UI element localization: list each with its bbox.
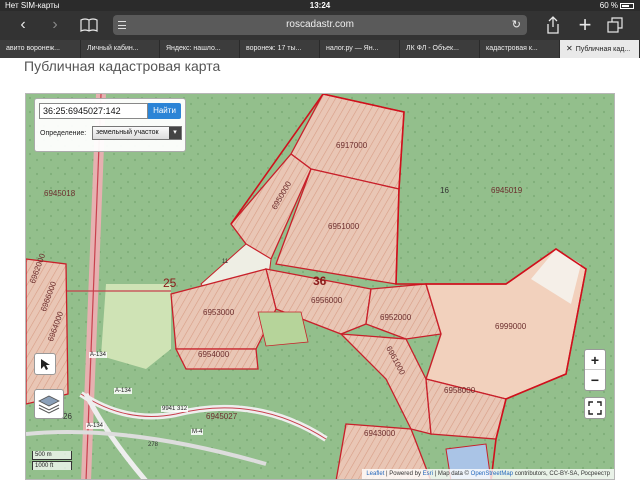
page-content: Публичная кадастровая карта 6917000 6950… [0,58,640,480]
tab-label: Публичная кад... [575,46,631,53]
battery-indicator: 60 % [600,0,634,11]
battery-text: 60 % [599,1,618,10]
road-label: 9941 312 [161,406,189,412]
block-label: 26 [63,412,72,421]
parcel-label: 6953000 [203,308,235,317]
clock-text: 13:24 [309,1,331,10]
battery-icon [620,2,634,9]
address-bar[interactable]: roscadastr.com ↻ [113,15,527,35]
navigation-button[interactable] [34,353,56,375]
attribution-text: | Map data © [434,471,469,477]
tab-nalog[interactable]: налог.ру — Ян... [320,40,400,58]
parcel-label: 6958000 [444,386,476,395]
parcel-label: 6956000 [311,296,343,305]
cadastral-number-input[interactable] [39,103,148,119]
tab-label: Яндекс: нашло... [166,45,221,52]
parcel-label: 6945019 [491,186,523,195]
meadow-area [101,284,171,369]
block-label: 278 [148,442,159,448]
tab-voronezh[interactable]: воронеж: 17 ты... [240,40,320,58]
esri-link[interactable]: Esri [423,471,433,477]
zoom-out-button[interactable]: − [585,370,605,390]
parcel-label: 6945018 [44,189,76,198]
map-attribution: Leaflet | Powered by Esri | Map data © O… [362,469,614,479]
attribution-text: | Powered by [386,471,421,477]
green-enclave [257,311,309,347]
reload-icon[interactable]: ↻ [512,15,521,35]
close-tab-icon[interactable]: ✕ [566,40,573,58]
scale-bar: 500 m 1000 ft [32,451,72,470]
find-button[interactable]: Найти [148,103,181,119]
share-icon[interactable] [542,14,564,36]
back-arrow-icon[interactable]: ‹ [12,14,34,36]
zoom-control: + − [584,349,606,391]
fullscreen-button[interactable] [584,397,606,419]
block-label: 11 [222,259,229,265]
tab-strip: авито воронеж... Личный кабин... Яндекс:… [0,40,640,58]
scale-metric: 500 m [32,451,72,460]
layers-button[interactable] [34,389,64,419]
definition-selected-value: земельный участок [96,129,159,136]
osm-link[interactable]: OpenStreetMap [471,471,513,477]
reader-menu-icon[interactable] [118,21,126,29]
chevron-down-icon: ▾ [169,127,181,139]
definition-select[interactable]: земельный участок ▾ [92,126,182,140]
forward-arrow-icon[interactable]: › [44,14,66,36]
tab-label: налог.ру — Ян... [326,45,379,52]
tab-yandex[interactable]: Яндекс: нашло... [160,40,240,58]
bookmarks-book-icon[interactable] [78,14,100,36]
tab-lk[interactable]: Личный кабин... [81,40,160,58]
block-label: 25 [163,276,177,290]
definition-label: Определение: [40,130,87,137]
tab-public-cadastral[interactable]: ✕ Публичная кад... [560,40,640,58]
block-label: 36 [313,274,327,288]
parcel-label: 6954000 [198,350,230,359]
parcel-label: 6917000 [336,141,368,150]
status-bar: Нет SIM-карты 13:24 60 % [0,0,640,11]
parcel-label: 6952000 [380,313,412,322]
road-label: M-4 [191,429,204,435]
layers-icon [38,395,60,414]
search-panel: Найти Определение: земельный участок ▾ [34,98,186,152]
parcel-label: 6951000 [328,222,360,231]
leaflet-link[interactable]: Leaflet [366,471,384,477]
tabs-overview-icon[interactable] [604,14,626,36]
attribution-text: contributors, CC-BY-SA, Росреестр [514,471,610,477]
tab-avito[interactable]: авито воронеж... [0,40,81,58]
road-label: A-134 [86,423,105,429]
tab-label: Личный кабин... [87,45,139,52]
road-label: A-134 [89,352,108,358]
block-label: 16 [440,186,449,195]
tab-lkfl[interactable]: ЛК ФЛ - Объек... [400,40,480,58]
new-tab-plus-icon[interactable]: + [574,14,596,36]
parcel-label: 6943000 [364,429,396,438]
page-title: Публичная кадастровая карта [24,58,221,74]
tab-label: воронеж: 17 ты... [246,45,302,52]
road-label: A-134 [114,388,133,394]
cadastral-map[interactable]: 6917000 6950000 6951000 6956000 6953000 … [25,93,615,480]
fullscreen-icon [588,401,602,415]
tab-label: авито воронеж... [6,45,61,52]
url-text: roscadastr.com [286,19,354,30]
zoom-in-button[interactable]: + [585,350,605,370]
tab-label: кадастровая к... [486,45,538,52]
cursor-arrow-icon [41,359,50,370]
browser-toolbar: ‹ › roscadastr.com ↻ + [0,11,640,40]
scale-imperial: 1000 ft [32,461,72,470]
parcel-label: 6999000 [495,322,527,331]
tab-label: ЛК ФЛ - Объек... [406,45,459,52]
parcel-label: 6945027 [206,412,238,421]
tab-cadastral[interactable]: кадастровая к... [480,40,560,58]
